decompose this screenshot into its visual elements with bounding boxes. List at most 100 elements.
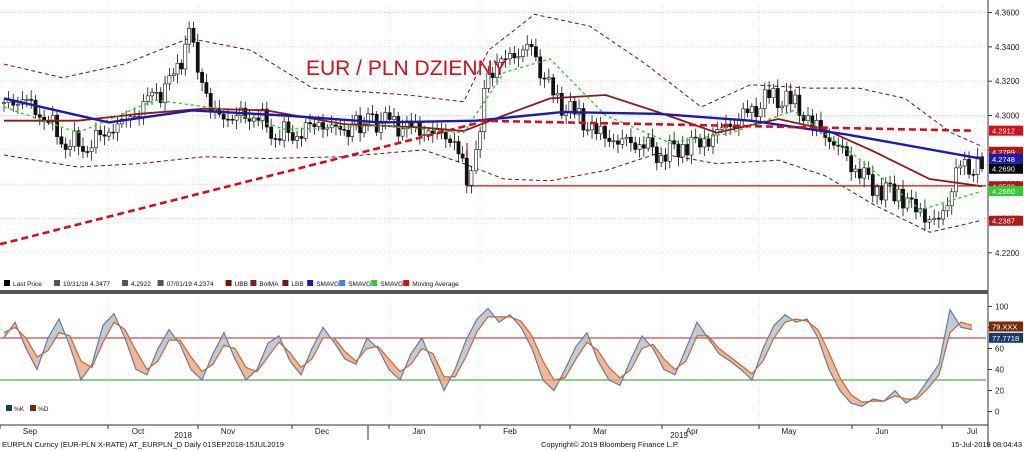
candle-body [793, 94, 797, 105]
candle-body [941, 210, 946, 220]
stochastic-axis-tag-label: 77.7718 [992, 334, 1019, 343]
candle-body [967, 159, 971, 175]
candle-body [167, 75, 172, 85]
candle-body [63, 143, 68, 150]
candle-body [611, 140, 616, 143]
stochastic-y-tick-label: 100 [995, 302, 1009, 311]
price-axis-tag-label: 4.2560 [992, 187, 1015, 196]
candle-body [971, 173, 976, 176]
candle-body [200, 71, 204, 83]
candle-body [551, 77, 556, 96]
candle-body [383, 112, 388, 122]
candle-body [767, 89, 772, 99]
candle-body [923, 208, 927, 223]
chart-canvas: EUR / PLN DZIENNY 4.3600 4.3400 4.3200 4.30… [0, 0, 1024, 451]
stochastic-axis-tag-label: 79.XXX [992, 323, 1017, 332]
x-tick-label-month: Jan [413, 427, 426, 436]
price-y-tick-label: 4.3400 [995, 43, 1020, 52]
candle-body [521, 49, 525, 57]
candle-body [482, 88, 487, 132]
legend-swatch [122, 280, 128, 286]
legend-swatch [157, 280, 164, 286]
candle-body [350, 123, 355, 137]
legend-label: UBB [235, 281, 248, 288]
price-y-tick-label: 4.3200 [995, 77, 1020, 86]
candle-body [857, 168, 862, 179]
candle-body [400, 128, 405, 137]
candle-body [448, 138, 453, 143]
candle-body [145, 95, 150, 102]
candle-body [676, 143, 681, 158]
candle-body [94, 130, 98, 149]
candle-body [204, 82, 209, 94]
price-y-tick-label: 4.2200 [995, 249, 1020, 258]
candle-body [927, 219, 932, 223]
candle-body [949, 191, 954, 207]
footer-timestamp: 15-Jul-2019 08:04:43 [951, 440, 1022, 449]
candle-body [607, 137, 612, 142]
candle-body [533, 46, 538, 58]
candle-body [2, 102, 6, 104]
candle-body [422, 134, 427, 136]
candle-body [234, 115, 239, 121]
candle-body [37, 114, 42, 118]
candle-body [663, 155, 668, 162]
candle-body [221, 113, 226, 120]
candle-body [693, 136, 698, 139]
candle-body [89, 147, 94, 152]
candle-body [290, 132, 295, 141]
candle-body [346, 129, 351, 137]
candle-body [273, 138, 278, 140]
candle-body [585, 129, 590, 132]
candle-body [879, 186, 884, 201]
candle-body [59, 136, 64, 145]
candle-body [269, 126, 274, 139]
candle-body [115, 123, 120, 133]
candle-body [316, 122, 321, 127]
stochastic-legend-label: %K [14, 406, 25, 413]
legend-label: 10/31/18 4.3477 [63, 281, 110, 288]
candle-body [909, 197, 914, 200]
candle-body [754, 106, 759, 118]
candle-body [111, 131, 116, 134]
candle-body [832, 141, 836, 146]
x-tick-label-month: Dec [315, 427, 329, 436]
candle-body [594, 122, 599, 135]
price-y-tick-label: 4.3000 [995, 112, 1020, 121]
legend-label: SMAVG [348, 281, 371, 288]
x-year-label: 2019 [670, 431, 688, 440]
candle-body [797, 94, 802, 116]
candle-body [849, 155, 854, 173]
x-tick-label-month: Sep [23, 427, 38, 436]
stochastic-y-tick-label: 0 [995, 408, 1000, 417]
candle-body [392, 116, 396, 120]
candle-body [295, 136, 299, 141]
candle-body [633, 142, 638, 150]
candle-body [230, 118, 235, 121]
candle-body [901, 188, 905, 209]
candle-body [706, 138, 711, 147]
candle-body [175, 62, 180, 75]
legend-swatch [403, 280, 410, 286]
candle-body [870, 174, 875, 196]
panel-separator [0, 290, 988, 294]
candle-body [905, 197, 910, 209]
x-year-label: 2018 [174, 431, 192, 440]
candle-body [936, 217, 941, 220]
candle-body [179, 62, 184, 70]
candle-body [689, 136, 694, 156]
candle-body [650, 137, 655, 148]
candle-body [875, 186, 880, 196]
candle-body [299, 136, 304, 139]
candle-body [282, 121, 287, 141]
candle-body [698, 137, 702, 148]
candle-body [85, 151, 90, 153]
candle-body [844, 146, 849, 157]
candle-body [654, 146, 659, 163]
chart-background [0, 0, 1024, 451]
candle-body [945, 205, 950, 212]
x-tick-label-month: Jul [967, 427, 977, 436]
legend-swatch [250, 280, 257, 286]
legend-swatch [54, 280, 60, 286]
candle-body [680, 144, 685, 158]
